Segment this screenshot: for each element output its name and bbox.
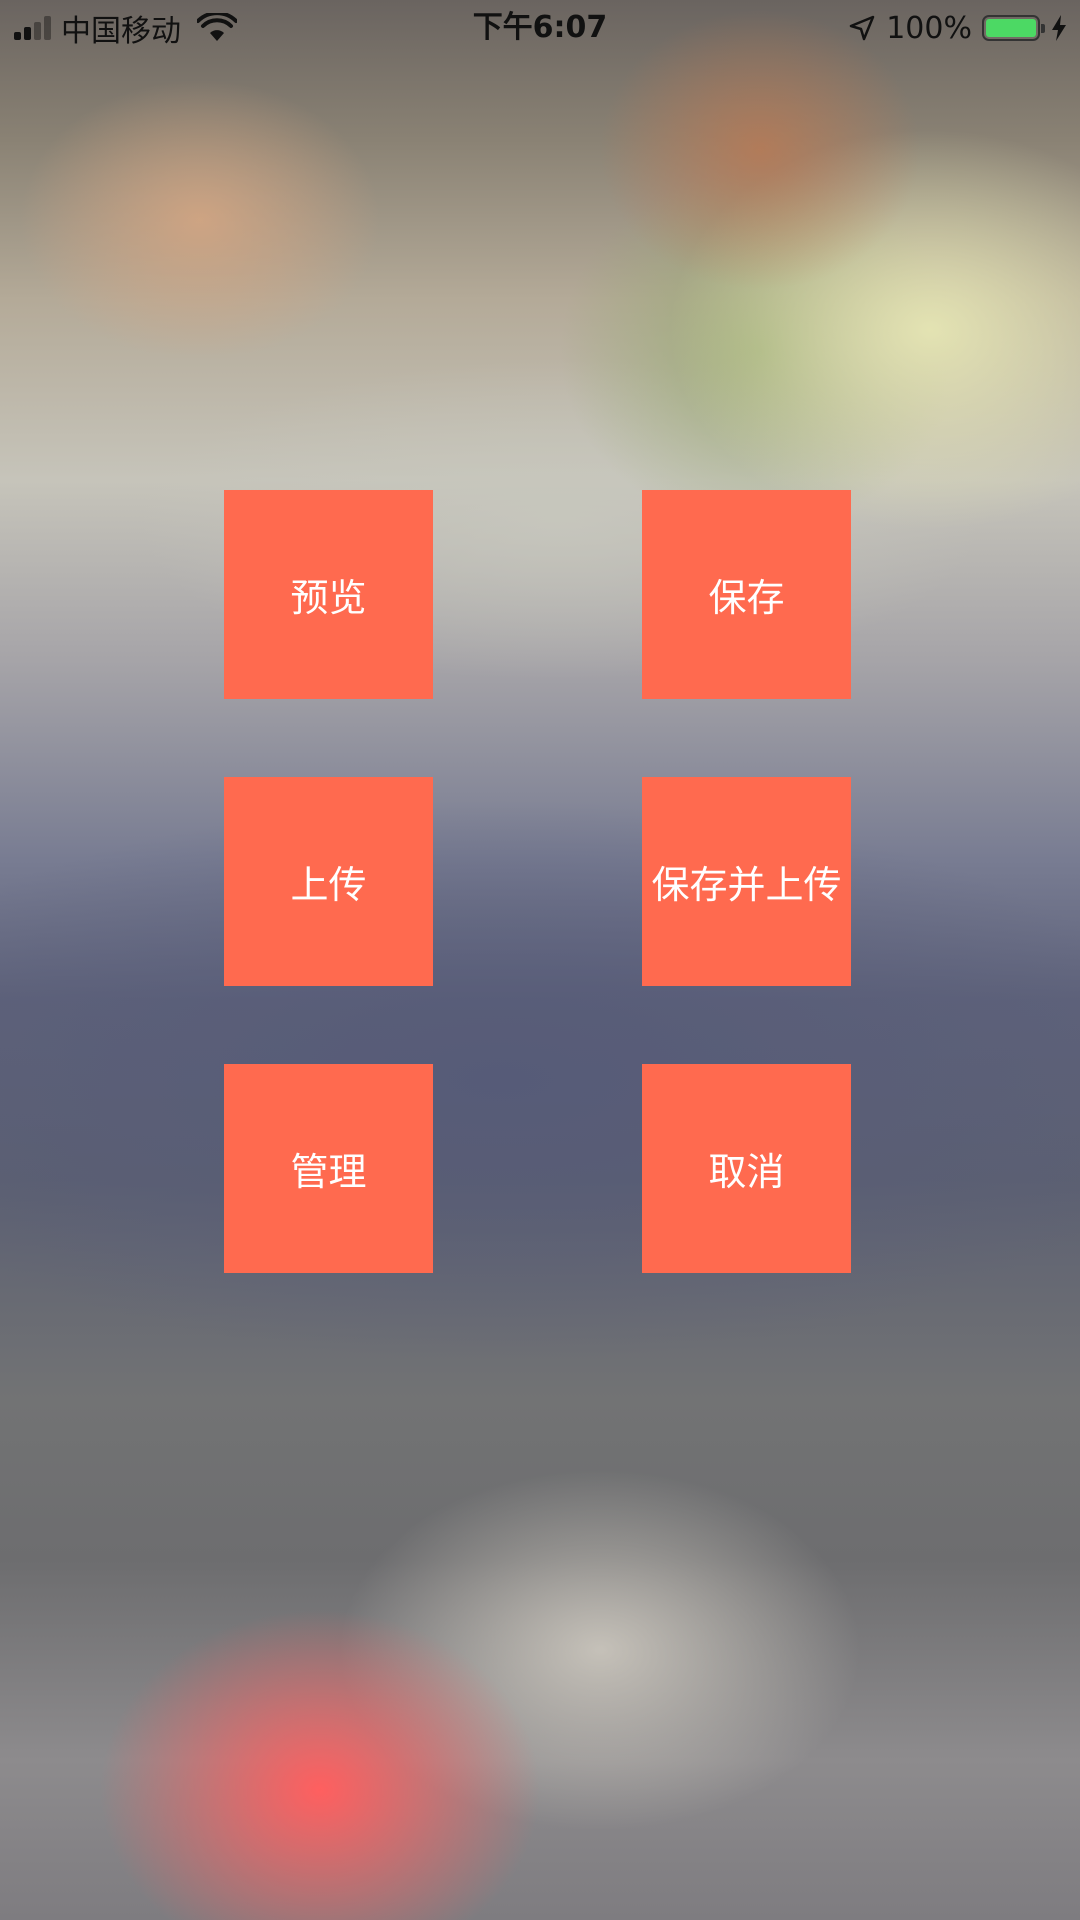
charging-bolt-icon: [1052, 15, 1066, 41]
preview-label: 预览: [290, 576, 367, 620]
upload-label: 上传: [290, 863, 367, 907]
battery-icon: [982, 15, 1045, 41]
upload-button[interactable]: 上传: [224, 777, 433, 986]
manage-button[interactable]: 管理: [224, 1064, 433, 1273]
preview-button[interactable]: 预览: [224, 490, 433, 699]
status-right: 100%: [848, 8, 1068, 48]
save-and-upload-label: 保存并上传: [651, 863, 842, 907]
save-label: 保存: [708, 576, 785, 620]
location-arrow-icon: [849, 15, 875, 41]
manage-label: 管理: [290, 1150, 367, 1194]
save-and-upload-button[interactable]: 保存并上传: [642, 777, 851, 986]
blurred-background: [0, 0, 1080, 1920]
battery-percent: 100%: [886, 10, 972, 46]
cancel-label: 取消: [708, 1150, 785, 1194]
save-button[interactable]: 保存: [642, 490, 851, 699]
cancel-button[interactable]: 取消: [642, 1064, 851, 1273]
status-bar: 中国移动 下午6:07 100%: [0, 0, 1080, 56]
battery-fill: [986, 19, 1036, 37]
